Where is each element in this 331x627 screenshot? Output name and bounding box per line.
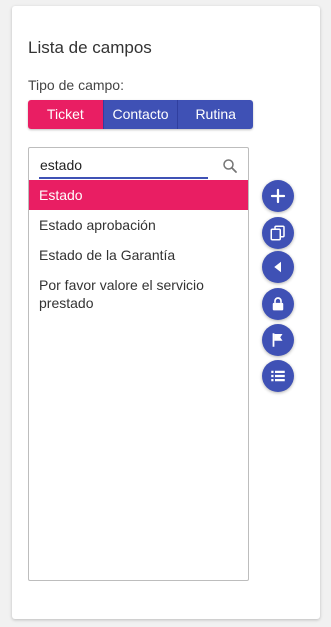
list-icon: [271, 370, 285, 382]
list-item[interactable]: Estado: [29, 180, 248, 210]
field-type-ticket-button[interactable]: Ticket: [28, 100, 103, 129]
panel-title: Lista de campos: [28, 38, 152, 57]
triangle-left-icon: [274, 261, 281, 273]
field-type-label: Tipo de campo:: [28, 77, 124, 93]
copy-icon: [270, 225, 285, 241]
list-item[interactable]: Por favor valore el servicio prestado: [29, 270, 248, 318]
list-view-button[interactable]: [262, 360, 294, 392]
back-button[interactable]: [262, 251, 294, 283]
field-list-box: Estado Estado aprobación Estado de la Ga…: [28, 147, 249, 581]
fields-panel: Lista de campos Tipo de campo: Ticket Co…: [12, 6, 320, 619]
list-item[interactable]: Estado aprobación: [29, 210, 248, 240]
field-type-rutina-button[interactable]: Rutina: [177, 100, 253, 129]
plus-icon: [270, 188, 286, 204]
add-field-button[interactable]: [262, 180, 294, 212]
search-input[interactable]: [39, 153, 208, 179]
field-list: Estado Estado aprobación Estado de la Ga…: [29, 180, 248, 318]
copy-field-button[interactable]: [262, 217, 294, 249]
search-icon[interactable]: [221, 157, 239, 175]
lock-field-button[interactable]: [262, 288, 294, 320]
field-type-contacto-button[interactable]: Contacto: [102, 100, 178, 129]
list-item[interactable]: Estado de la Garantía: [29, 240, 248, 270]
search-bar: [39, 153, 241, 181]
flag-field-button[interactable]: [262, 324, 294, 356]
flag-icon: [272, 333, 283, 347]
field-type-selector: Ticket Contacto Rutina: [28, 100, 253, 129]
lock-icon: [272, 297, 284, 311]
